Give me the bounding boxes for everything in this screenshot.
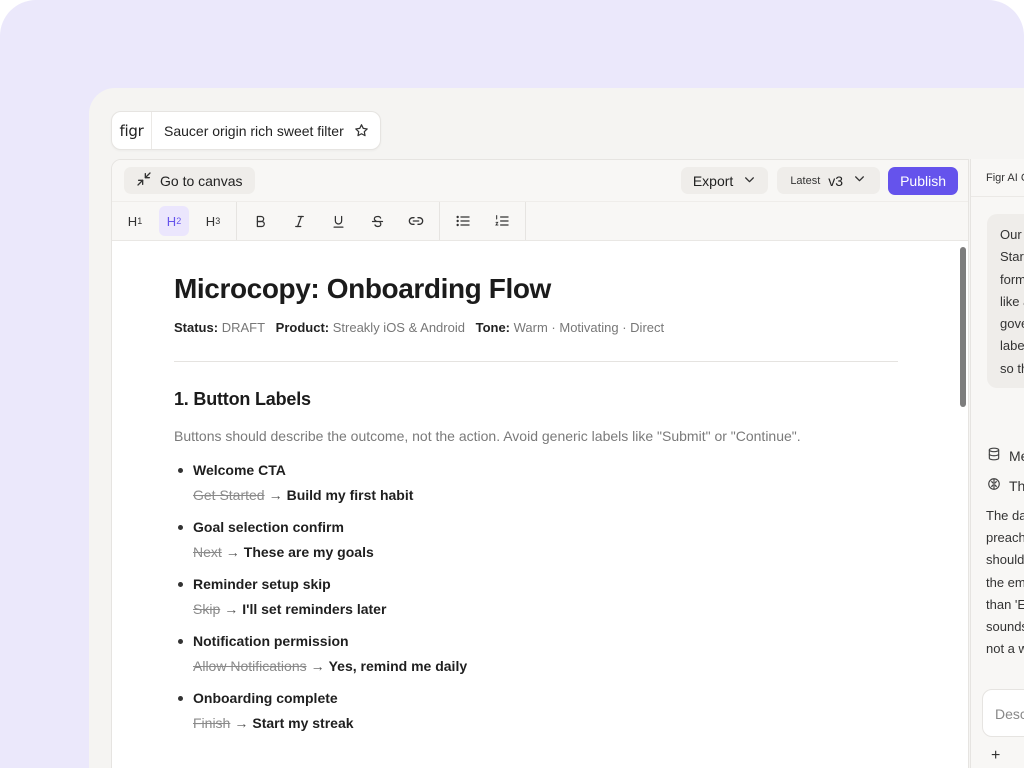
list-item: Reminder setup skip Skip → I'll set remind… xyxy=(174,576,898,617)
tone-label: Tone: xyxy=(475,320,511,335)
old-label: Finish xyxy=(193,715,231,731)
editor-panel: Go to canvas Export Latest v3 Publish H … xyxy=(111,159,969,768)
version-latest-tag: Latest xyxy=(790,174,821,187)
list-item: Welcome CTA Get Started → Build my first h… xyxy=(174,462,898,503)
bullet-list-icon[interactable] xyxy=(448,206,478,236)
list-item-change: Finish → Start my streak xyxy=(193,715,898,731)
button-label-list: Welcome CTA Get Started → Build my first h… xyxy=(174,462,898,731)
old-label: Allow Notifications xyxy=(193,658,307,674)
chat-message-bubble: Our Star form like a gove labe so th xyxy=(987,214,1024,388)
file-title-bar: figr Saucer origin rich sweet filter xyxy=(111,111,381,150)
list-item-change: Skip → I'll set reminders later xyxy=(193,601,898,617)
list-item: Goal selection confirm Next → These are my… xyxy=(174,519,898,560)
chevron-down-icon xyxy=(853,172,866,190)
version-number: v3 xyxy=(828,172,844,189)
format-toolbar: H1 H2 H3 xyxy=(112,202,968,241)
heading-2-button[interactable]: H2 xyxy=(159,206,189,236)
list-item: Notification permission Allow Notificati… xyxy=(174,633,898,674)
old-label: Next xyxy=(193,544,222,560)
list-item-title: Goal selection confirm xyxy=(193,519,344,535)
star-icon[interactable] xyxy=(354,123,380,138)
new-label: Start my streak xyxy=(252,715,354,731)
plus-icon[interactable]: + xyxy=(991,747,1000,765)
arrow-right-icon: → xyxy=(225,544,240,560)
numbered-list-icon[interactable] xyxy=(487,206,517,236)
export-label: Export xyxy=(692,172,734,189)
version-select[interactable]: Latest v3 xyxy=(777,167,881,194)
status-label: Status: xyxy=(174,320,219,335)
background-frame: figr Saucer origin rich sweet filter Go … xyxy=(0,0,1024,768)
document-meta: Status: DRAFT Product: Streakly iOS & An… xyxy=(174,320,898,335)
ai-step-row[interactable]: The xyxy=(987,477,1024,494)
document-scrollbar[interactable] xyxy=(959,244,967,768)
list-item-change: Allow Notifications → Yes, remind me daily xyxy=(193,658,898,674)
link-icon[interactable] xyxy=(401,206,431,236)
arrow-right-icon: → xyxy=(268,487,283,503)
go-to-canvas-label: Go to canvas xyxy=(160,172,243,189)
arrow-right-icon: → xyxy=(310,658,325,674)
chevron-down-icon xyxy=(743,173,756,189)
italic-icon[interactable] xyxy=(284,206,314,236)
scrollbar-thumb[interactable] xyxy=(960,247,966,407)
database-icon xyxy=(987,447,1001,464)
heading-group: H1 H2 H3 xyxy=(112,202,237,240)
section-title: 1. Button Labels xyxy=(174,389,311,409)
ai-panel-header: Figr AI C xyxy=(971,159,1024,197)
status-value: DRAFT xyxy=(221,320,266,335)
list-item-change: Get Started → Build my first habit xyxy=(193,487,898,503)
heading-3-button[interactable]: H3 xyxy=(198,206,228,236)
old-label: Skip xyxy=(193,601,221,617)
new-label: Build my first habit xyxy=(286,487,414,503)
list-item-change: Next → These are my goals xyxy=(193,544,898,560)
publish-button[interactable]: Publish xyxy=(888,166,958,195)
section-intro: Buttons should describe the outcome, not… xyxy=(174,428,801,444)
product-value: Streakly iOS & Android xyxy=(332,320,465,335)
list-item-title: Welcome CTA xyxy=(193,462,286,478)
ai-chat-panel: Figr AI C Our Star form like a gove labe… xyxy=(970,159,1024,768)
tone-value: Warm · Motivating · Direct xyxy=(513,320,665,335)
document-title: Microcopy: Onboarding Flow xyxy=(174,273,551,304)
divider xyxy=(174,361,898,362)
brain-icon xyxy=(987,477,1001,494)
file-name[interactable]: Saucer origin rich sweet filter xyxy=(152,123,354,139)
new-label: I'll set reminders later xyxy=(242,601,387,617)
arrow-right-icon: → xyxy=(234,715,249,731)
underline-icon[interactable] xyxy=(323,206,353,236)
document-content[interactable]: Microcopy: Onboarding Flow Status: DRAFT… xyxy=(174,273,898,747)
product-label: Product: xyxy=(275,320,330,335)
bold-icon[interactable] xyxy=(245,206,275,236)
style-group xyxy=(237,202,440,240)
ai-step-row[interactable]: Me xyxy=(987,447,1024,464)
export-button[interactable]: Export xyxy=(680,167,769,194)
list-item-title: Onboarding complete xyxy=(193,690,338,706)
collapse-icon xyxy=(136,171,152,190)
old-label: Get Started xyxy=(193,487,265,503)
ai-prompt-input[interactable]: Desc xyxy=(982,689,1024,737)
list-item: Onboarding complete Finish → Start my stre… xyxy=(174,690,898,731)
strikethrough-icon[interactable] xyxy=(362,206,392,236)
new-label: Yes, remind me daily xyxy=(328,658,468,674)
editor-topbar: Go to canvas Export Latest v3 Publish xyxy=(112,160,968,202)
ai-step-label: The xyxy=(1009,477,1024,494)
arrow-right-icon: → xyxy=(224,601,239,617)
new-label: These are my goals xyxy=(243,544,374,560)
list-item-title: Reminder setup skip xyxy=(193,576,331,592)
ai-response-text: The da preach should the em than 'E soun… xyxy=(986,508,1024,657)
figr-logo[interactable]: figr xyxy=(112,112,152,149)
ai-step-label: Me xyxy=(1009,447,1024,464)
go-to-canvas-button[interactable]: Go to canvas xyxy=(124,167,255,194)
list-group xyxy=(440,202,526,240)
list-item-title: Notification permission xyxy=(193,633,349,649)
heading-1-button[interactable]: H1 xyxy=(120,206,150,236)
app-window: figr Saucer origin rich sweet filter Go … xyxy=(89,88,1024,768)
